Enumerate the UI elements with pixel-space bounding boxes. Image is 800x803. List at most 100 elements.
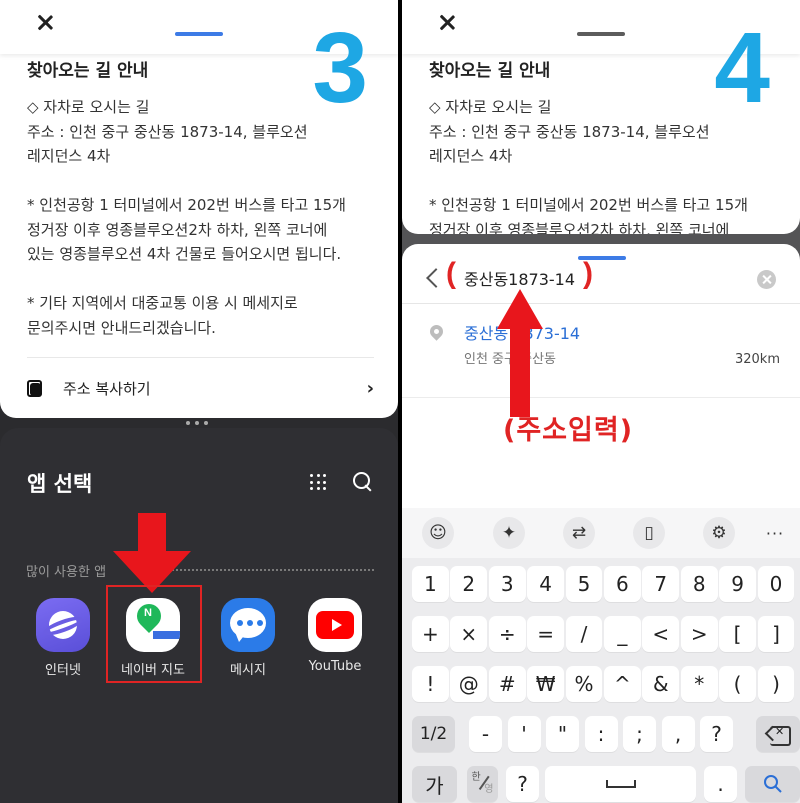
key[interactable]: 9: [719, 566, 756, 602]
youtube-icon: [308, 598, 362, 652]
search-icon: [763, 775, 782, 793]
key[interactable]: 7: [642, 566, 680, 602]
key[interactable]: ,: [661, 716, 695, 752]
key[interactable]: 5: [565, 566, 603, 602]
key[interactable]: +: [412, 616, 449, 652]
key[interactable]: (: [719, 666, 756, 702]
highlight-box-annotation: [106, 585, 202, 683]
search-icon[interactable]: [353, 472, 373, 492]
chevron-right-icon: ›: [366, 377, 374, 399]
backspace-key[interactable]: [756, 716, 800, 752]
keyboard: ☺ ✦ ⇄ ▯ ⚙ ··· 1 2 3 4 5 6 7 8 9 0 + × ÷ = / _ < >[]! @ # ₩% ^…: [402, 508, 800, 803]
key[interactable]: 4: [527, 566, 564, 602]
more-icon[interactable]: ···: [759, 517, 791, 549]
key[interactable]: !: [412, 666, 449, 702]
split-handle[interactable]: [186, 421, 208, 425]
app-label: 메시지: [230, 663, 266, 678]
key[interactable]: ": [546, 716, 579, 752]
key[interactable]: _: [604, 616, 641, 652]
step-number: 3: [312, 12, 368, 124]
directions-line: 레지던스 4차: [27, 147, 111, 165]
symbols-page-key[interactable]: 1/2: [412, 716, 455, 752]
search-key[interactable]: [745, 766, 800, 802]
drag-handle[interactable]: [175, 32, 223, 36]
key[interactable]: *: [680, 666, 718, 702]
search-input[interactable]: [464, 264, 584, 292]
red-up-arrow-annotation: [497, 289, 543, 417]
ai-sparkle-icon[interactable]: ✦: [493, 517, 525, 549]
app-youtube[interactable]: YouTube: [295, 598, 375, 674]
clear-icon[interactable]: [757, 270, 776, 289]
settings-icon[interactable]: ⚙: [703, 517, 735, 549]
dotted-divider: [165, 569, 374, 571]
translate-icon[interactable]: ⇄: [563, 517, 595, 549]
key[interactable]: -: [469, 716, 502, 752]
han-yeong-toggle-key[interactable]: 한영: [467, 766, 498, 802]
result-distance: 320km: [734, 352, 780, 367]
directions-line: 있는 영종블루오션 4차 건물로 들어오시면 됩니다.: [27, 245, 342, 263]
key[interactable]: ?: [700, 716, 733, 752]
paren-annotation: (: [446, 257, 456, 290]
space-key[interactable]: [545, 766, 696, 802]
key[interactable]: ₩: [527, 666, 564, 702]
messages-icon: [221, 598, 275, 652]
frequent-apps-label: 많이 사용한 앱: [26, 565, 107, 580]
app-messages[interactable]: 메시지: [208, 598, 288, 678]
key[interactable]: [: [719, 616, 756, 652]
key[interactable]: =: [527, 616, 564, 652]
key[interactable]: 0: [757, 566, 795, 602]
key[interactable]: ?: [506, 766, 539, 802]
red-down-arrow-annotation: [113, 513, 191, 593]
directions-line: 문의주시면 안내드리겠습니다.: [27, 318, 216, 337]
copy-address-button[interactable]: 주소 복사하기 ›: [27, 370, 374, 406]
key[interactable]: ;: [623, 716, 656, 752]
directions-line: * 인천공항 1 터미널에서 202번 버스를 타고 15개: [429, 196, 748, 214]
key[interactable]: ÷: [488, 616, 526, 652]
key[interactable]: #: [488, 666, 526, 702]
clipboard-icon[interactable]: ▯: [633, 517, 665, 549]
key[interactable]: <: [642, 616, 680, 652]
key[interactable]: ): [757, 666, 795, 702]
step-number: 4: [714, 12, 770, 124]
directions-line: 정거장 이후 영종블루오션2차 하차, 왼쪽 코너에: [27, 220, 328, 239]
app-label: 인터넷: [45, 663, 81, 678]
search-result-item[interactable]: 중산동 1873-14 인천 중구 중산동 320km: [402, 306, 800, 398]
space-icon: [605, 780, 636, 788]
directions-line: * 기타 지역에서 대중교통 이용 시 메세지로: [27, 294, 298, 312]
key[interactable]: 3: [488, 566, 526, 602]
keyboard-toolbar: ☺ ✦ ⇄ ▯ ⚙ ···: [402, 508, 800, 558]
key[interactable]: ]: [757, 616, 795, 652]
key[interactable]: ^: [604, 666, 641, 702]
back-icon[interactable]: [424, 265, 440, 291]
close-icon[interactable]: [436, 12, 458, 34]
copy-icon: [27, 380, 42, 397]
directions-text: ◇ 자차로 오시는 길 주소 : 인천 중구 중산동 1873-14, 블루오션 레…: [27, 95, 374, 340]
key[interactable]: ×: [450, 616, 488, 652]
key[interactable]: ': [507, 716, 541, 752]
drag-handle[interactable]: [578, 256, 626, 260]
backspace-icon: [764, 725, 791, 746]
key[interactable]: @: [450, 666, 488, 702]
key[interactable]: :: [584, 716, 618, 752]
drag-handle[interactable]: [577, 32, 625, 36]
key[interactable]: 8: [680, 566, 718, 602]
key[interactable]: 1: [412, 566, 449, 602]
key[interactable]: 6: [604, 566, 641, 602]
key[interactable]: 2: [450, 566, 488, 602]
key[interactable]: /: [565, 616, 603, 652]
app-internet[interactable]: 인터넷: [23, 598, 103, 678]
key[interactable]: >: [680, 616, 718, 652]
key[interactable]: &: [642, 666, 680, 702]
korean-mode-key[interactable]: 가: [412, 766, 457, 802]
directions-line: * 인천공항 1 터미널에서 202번 버스를 타고 15개: [27, 196, 346, 214]
emoji-icon[interactable]: ☺: [422, 517, 454, 549]
close-icon[interactable]: [34, 12, 56, 34]
grid-view-icon[interactable]: [310, 474, 326, 490]
key[interactable]: .: [704, 766, 737, 802]
key[interactable]: %: [565, 666, 603, 702]
paren-annotation: ): [583, 257, 593, 290]
app-label: YouTube: [308, 659, 362, 674]
